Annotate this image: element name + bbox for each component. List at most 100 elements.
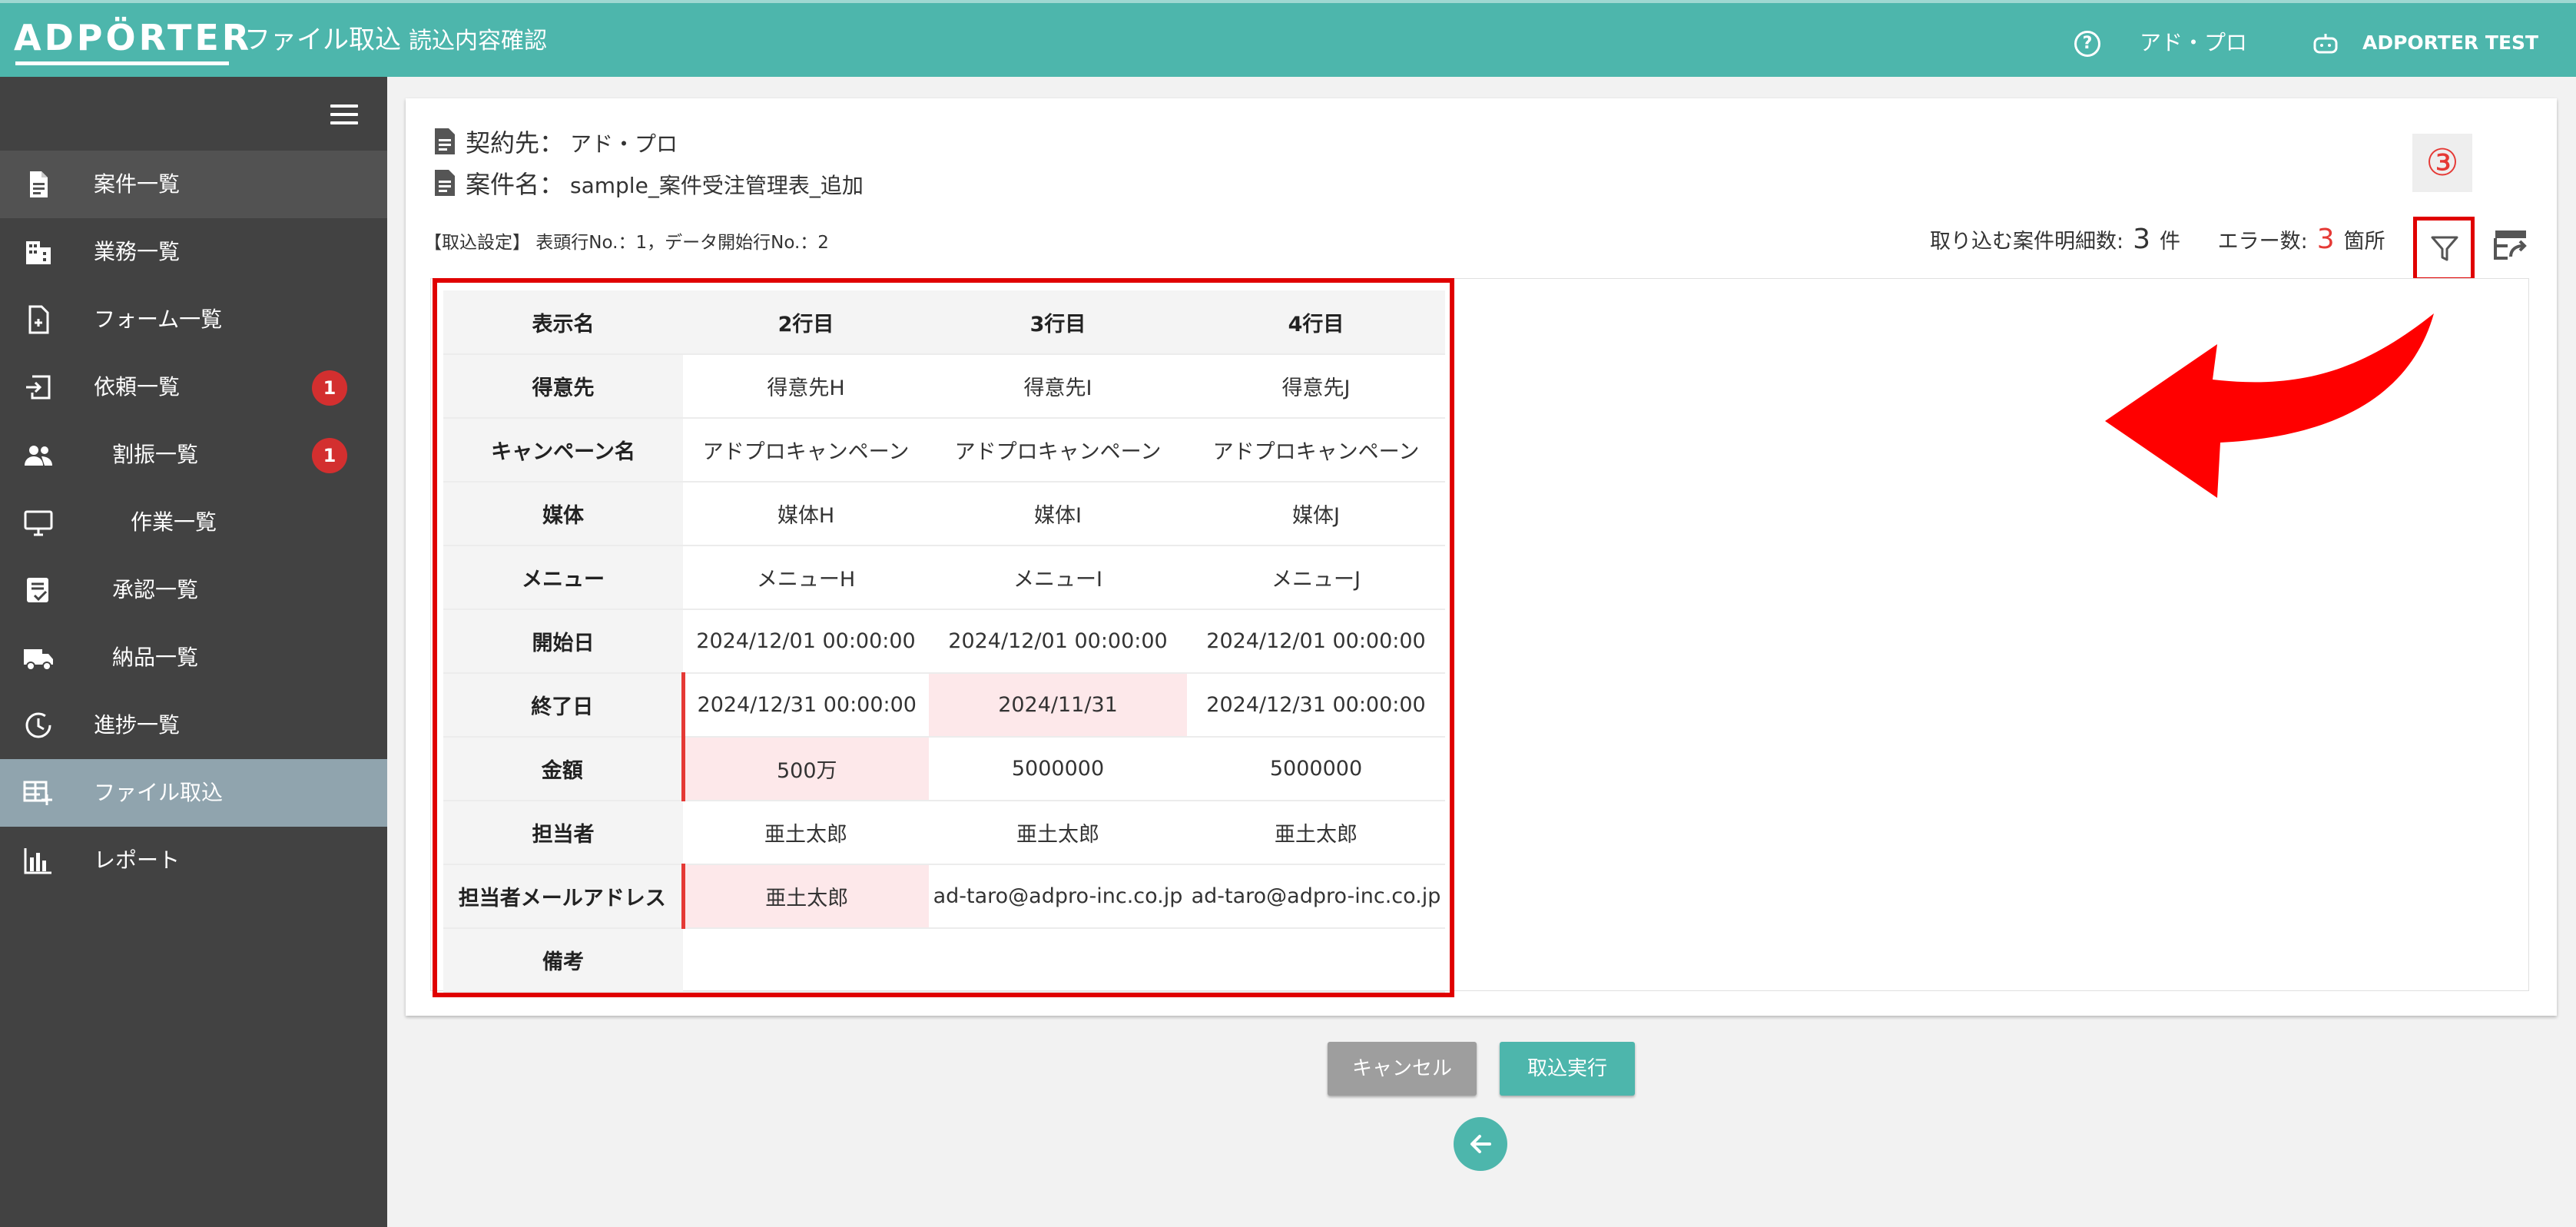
sidebar-item-tasks[interactable]: 作業一覧 xyxy=(0,489,387,556)
count-badge: 1 xyxy=(312,438,347,473)
execute-import-button[interactable]: 取込実行 xyxy=(1500,1042,1635,1096)
table-cell: メニューJ xyxy=(1187,546,1445,610)
sidebar-item-label: 業務一覧 xyxy=(94,239,181,264)
table-row: 得意先 得意先H 得意先I 得意先J xyxy=(443,354,1445,419)
column-header: 3行目 xyxy=(929,290,1187,355)
table-export-icon[interactable] xyxy=(2494,227,2529,263)
row-header: 金額 xyxy=(443,737,683,801)
table-cell xyxy=(1187,928,1445,993)
import-settings: 【取込設定】 表頭行No.：1，データ開始行No.：2 xyxy=(424,233,829,253)
table-cell: 2024/12/31 00:00:00 xyxy=(681,673,929,738)
bar-chart-icon xyxy=(24,848,51,874)
sidebar-item-approvals[interactable]: 承認一覧 xyxy=(0,556,387,624)
table-cell: アドプロキャンペーン xyxy=(929,418,1187,483)
sidebar-item-label: フォーム一覧 xyxy=(94,307,223,332)
sidebar-item-reports[interactable]: レポート xyxy=(0,827,387,894)
case-value: sample_案件受注管理表_追加 xyxy=(570,173,864,198)
table-row: 媒体 媒体H 媒体I 媒体J xyxy=(443,482,1445,546)
table-cell: アドプロキャンペーン xyxy=(683,418,929,483)
row-header: メニュー xyxy=(443,546,683,610)
data-preview-table: 表示名 2行目 3行目 4行目 得意先 得意先H 得意先I 得意先J キャンペー… xyxy=(443,290,1445,993)
table-add-icon xyxy=(23,781,52,805)
user-name[interactable]: ADPORTER TEST xyxy=(2362,29,2538,57)
annotation-arrow-icon xyxy=(2105,313,2434,498)
inbox-icon xyxy=(26,375,51,400)
building-icon xyxy=(26,241,51,264)
sidebar-item-label: 作業一覧 xyxy=(131,509,217,535)
cancel-button[interactable]: キャンセル xyxy=(1328,1042,1477,1096)
page-title-main: ファイル取込 xyxy=(244,25,401,55)
table-cell: 得意先H xyxy=(683,354,929,419)
client-label: 契約先： xyxy=(466,128,565,158)
row-header: 得意先 xyxy=(443,354,683,419)
table-row: 担当者 亜土太郎 亜土太郎 亜土太郎 xyxy=(443,801,1445,865)
row-header: キャンペーン名 xyxy=(443,418,683,483)
help-icon[interactable]: ? xyxy=(2074,31,2100,57)
table-cell: 5000000 xyxy=(929,737,1187,801)
sidebar-item-label: ファイル取込 xyxy=(94,780,224,805)
error-count-unit: 箇所 xyxy=(2343,230,2385,254)
table-cell: 亜土太郎 xyxy=(929,801,1187,865)
table-cell: 媒体I xyxy=(929,482,1187,546)
table-cell: 得意先J xyxy=(1187,354,1445,419)
count-badge: 1 xyxy=(312,370,347,406)
clock-icon xyxy=(25,712,51,738)
table-row: メニュー メニューH メニューI メニューJ xyxy=(443,546,1445,610)
back-button[interactable] xyxy=(1454,1117,1507,1171)
table-cell: 2024/12/31 00:00:00 xyxy=(1187,673,1445,738)
arrow-left-icon xyxy=(1470,1135,1491,1153)
column-header: 2行目 xyxy=(683,290,929,355)
logo-underline xyxy=(15,61,229,65)
sidebar-item-progress[interactable]: 進捗一覧 xyxy=(0,691,387,759)
page-title: ファイル取込 読込内容確認 xyxy=(244,23,547,58)
column-header: 4行目 xyxy=(1187,290,1445,355)
sidebar-item-deliveries[interactable]: 納品一覧 xyxy=(0,624,387,691)
sidebar-item-label: 進捗一覧 xyxy=(94,712,181,738)
filter-button[interactable] xyxy=(2413,217,2475,281)
table-cell: ad-taro@adpro-inc.co.jp xyxy=(929,864,1187,929)
row-header: 終了日 xyxy=(443,673,683,738)
sidebar-item-label: 納品一覧 xyxy=(112,645,199,670)
form-icon xyxy=(28,305,49,334)
document-icon xyxy=(30,171,48,197)
document-icon xyxy=(435,128,455,154)
sidebar-item-forms[interactable]: フォーム一覧 xyxy=(0,286,387,353)
user-org[interactable]: アド・プロ xyxy=(2140,28,2247,58)
case-row: 案件名： sample_案件受注管理表_追加 xyxy=(433,167,864,203)
sidebar-item-cases[interactable]: 案件一覧 xyxy=(0,151,387,218)
table-cell: 5000000 xyxy=(1187,737,1445,801)
sidebar-item-assignments[interactable]: 割振一覧 1 xyxy=(0,421,387,489)
case-label: 案件名： xyxy=(466,170,565,199)
sidebar-item-business[interactable]: 業務一覧 xyxy=(0,218,387,286)
table-row: 金額 500万 5000000 5000000 xyxy=(443,737,1445,801)
table-cell: メニューH xyxy=(683,546,929,610)
client-value: アド・プロ xyxy=(570,131,678,157)
error-count-value: 3 xyxy=(2316,224,2335,255)
approve-icon xyxy=(27,578,48,602)
robot-icon[interactable] xyxy=(2312,32,2339,55)
error-cell: 500万 xyxy=(681,737,929,801)
table-row: 備考 xyxy=(443,928,1445,993)
table-header-row: 表示名 2行目 3行目 4行目 xyxy=(443,290,1445,355)
table-cell: 得意先I xyxy=(929,354,1187,419)
table-cell: 2024/12/01 00:00:00 xyxy=(1187,609,1445,674)
table-row: 開始日 2024/12/01 00:00:00 2024/12/01 00:00… xyxy=(443,609,1445,674)
sidebar-item-file-import[interactable]: ファイル取込 xyxy=(0,759,387,827)
table-cell: 2024/12/01 00:00:00 xyxy=(929,609,1187,674)
table-cell: 媒体H xyxy=(683,482,929,546)
import-counts: 取り込む案件明細数: 3 件 エラー数: 3 箇所 xyxy=(1930,223,2385,259)
row-header: 備考 xyxy=(443,928,683,993)
table-cell: 亜土太郎 xyxy=(1187,801,1445,865)
error-count-label: エラー数: xyxy=(2217,230,2308,254)
rows-count-unit: 件 xyxy=(2160,230,2181,254)
filter-icon xyxy=(2431,236,2458,261)
data-preview-highlight: 表示名 2行目 3行目 4行目 得意先 得意先H 得意先I 得意先J キャンペー… xyxy=(433,278,1454,997)
menu-icon[interactable] xyxy=(330,104,358,124)
step-annotation: ③ xyxy=(2412,134,2472,192)
table-row: 担当者メールアドレス 亜土太郎 ad-taro@adpro-inc.co.jp … xyxy=(443,864,1445,929)
rows-count-label: 取り込む案件明細数: xyxy=(1930,230,2124,254)
row-header: 担当者メールアドレス xyxy=(443,864,683,929)
sidebar-item-requests[interactable]: 依頼一覧 1 xyxy=(0,353,387,421)
sidebar-item-label: 割振一覧 xyxy=(112,442,199,467)
document-icon xyxy=(435,170,455,196)
